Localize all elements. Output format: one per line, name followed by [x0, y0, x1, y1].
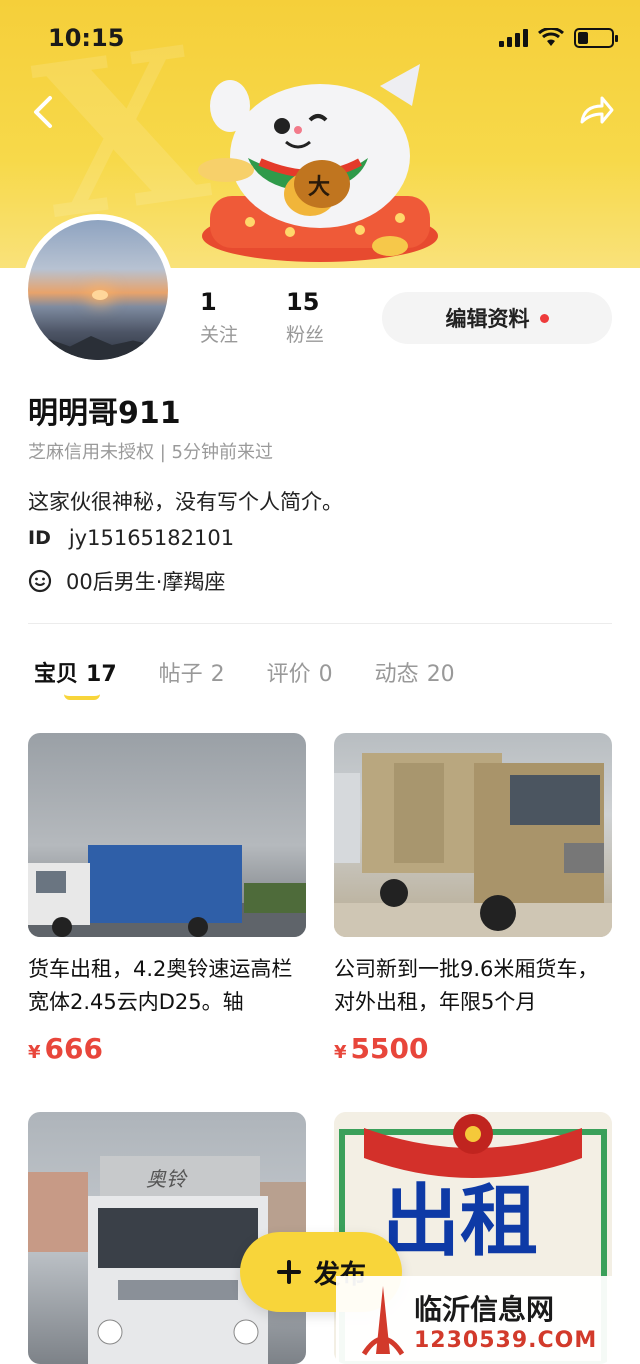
truck-brand-text: 奥铃 — [146, 1167, 188, 1191]
followers-count: 15 — [286, 288, 320, 316]
item-title[interactable]: 货车出租，4.2奥铃速运高栏宽体2.45云内D25。轴 — [28, 953, 308, 1019]
tab-reviews[interactable]: 评价 0 — [267, 656, 333, 688]
notification-dot — [539, 313, 549, 323]
cellular-signal-icon — [499, 29, 528, 47]
username: 明明哥911 — [28, 396, 181, 431]
site-watermark: 临沂信息网 1230539.COM — [336, 1276, 640, 1364]
svg-text:大: 大 — [308, 175, 330, 200]
site-domain: 1230539.COM — [414, 1327, 598, 1353]
status-time: 10:15 — [48, 24, 125, 52]
followers-stat[interactable]: 15 粉丝 — [286, 288, 324, 347]
followers-label: 粉丝 — [286, 324, 325, 346]
user-tag-row: 00后男生·摩羯座 — [28, 566, 225, 596]
following-label: 关注 — [200, 324, 239, 346]
share-icon[interactable] — [576, 90, 616, 130]
item-image[interactable] — [334, 733, 612, 937]
item-price: ¥5500 — [334, 1032, 429, 1065]
battery-icon — [574, 28, 618, 48]
item-image[interactable] — [28, 733, 306, 937]
active-tab-indicator — [64, 694, 100, 700]
content-tabs: 宝贝 17 帖子 2 评价 0 动态 20 — [34, 656, 455, 688]
edit-profile-label: 编辑资料 — [445, 307, 530, 331]
id-value: jy15165182101 — [68, 526, 235, 550]
smiley-icon — [28, 569, 52, 593]
wifi-icon — [538, 28, 564, 46]
id-key: ID — [28, 527, 51, 549]
status-icons — [499, 28, 618, 48]
following-stat[interactable]: 1 关注 — [200, 288, 238, 347]
following-count: 1 — [200, 288, 217, 316]
user-id-row: ID jy15165182101 — [28, 526, 234, 550]
bio: 这家伙很神秘，没有写个人简介。 — [28, 490, 343, 514]
tab-items[interactable]: 宝贝 17 — [34, 656, 117, 688]
tab-posts[interactable]: 帖子 2 — [159, 656, 225, 688]
back-arrow-icon[interactable] — [26, 92, 66, 132]
credit-status: 芝麻信用未授权 | 5分钟前来过 — [28, 442, 273, 463]
avatar[interactable] — [22, 214, 174, 366]
rent-sign-text: 出租 — [382, 1176, 538, 1267]
edit-profile-button[interactable]: 编辑资料 — [382, 292, 612, 344]
item-title[interactable]: 公司新到一批9.6米厢货车，对外出租，年限5个月 — [334, 953, 614, 1019]
tab-activity[interactable]: 动态 20 — [375, 656, 455, 688]
avatar-image — [28, 220, 168, 360]
section-divider — [28, 623, 612, 624]
item-price: ¥666 — [28, 1032, 103, 1065]
user-tag-text: 00后男生·摩羯座 — [66, 570, 226, 594]
site-name: 临沂信息网 — [414, 1292, 555, 1326]
tower-logo-icon — [361, 1286, 405, 1356]
plus-icon — [276, 1260, 301, 1284]
status-bar: 10:15 — [0, 0, 640, 80]
